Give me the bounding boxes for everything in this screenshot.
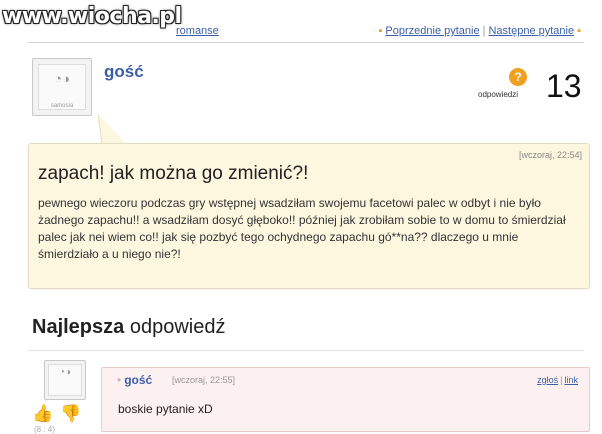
bullet-icon: ▪	[577, 25, 581, 37]
breadcrumb-category-link[interactable]: romanse	[176, 25, 219, 37]
best-answer-heading: Najlepsza odpowiedź	[32, 316, 225, 339]
answer-author: • gość	[117, 373, 152, 387]
avatar-placeholder-icon: ◔◑	[54, 71, 70, 86]
answer-author-link[interactable]: gość	[124, 373, 152, 387]
action-separator: |	[560, 375, 563, 385]
answer-timestamp: [wczoraj, 22:55]	[172, 375, 236, 385]
divider	[28, 42, 584, 43]
best-answer-heading-rest: odpowiedź	[124, 316, 226, 338]
answer-actions: zgłoś | link	[537, 375, 578, 385]
next-question-link[interactable]: Następne pytanie	[488, 25, 574, 37]
thumb-up-icon[interactable]: 👍	[32, 405, 53, 422]
best-answer-heading-bold: Najlepsza	[32, 316, 125, 338]
thumb-down-icon[interactable]: 👎	[60, 405, 81, 422]
answers-count: 13	[546, 68, 582, 104]
bullet-icon: ▪	[378, 25, 383, 37]
answerer-avatar[interactable]: ◔◑	[44, 360, 86, 400]
asker-name-link[interactable]: gość	[104, 62, 144, 82]
answers-count-icon: ?	[509, 68, 527, 86]
answer-text: boskie pytanie xD	[118, 402, 213, 416]
avatar-placeholder-icon: ◔◑	[58, 367, 72, 378]
permalink[interactable]: link	[564, 375, 578, 385]
asker-avatar[interactable]: ◔◑ samosia	[32, 58, 92, 116]
question-timestamp: [wczoraj, 22:54]	[518, 150, 582, 160]
site-watermark: www.wiocha.pl	[2, 4, 182, 29]
previous-question-link[interactable]: Poprzednie pytanie	[385, 25, 479, 37]
divider	[28, 350, 584, 351]
avatar-caption: samosia	[50, 103, 74, 109]
answers-label: odpowiedzi	[478, 90, 519, 99]
speech-tail-icon	[97, 113, 127, 146]
report-link[interactable]: zgłoś	[537, 375, 558, 385]
question-title: zapach! jak można go zmienić?!	[38, 163, 309, 184]
question-body: pewnego wieczoru podczas gry wstępnej ws…	[38, 196, 566, 261]
question-navigation: ▪ Poprzednie pytanie | Następne pytanie ▪	[379, 25, 584, 37]
bullet-icon: •	[117, 373, 122, 387]
nav-separator: |	[482, 25, 486, 37]
